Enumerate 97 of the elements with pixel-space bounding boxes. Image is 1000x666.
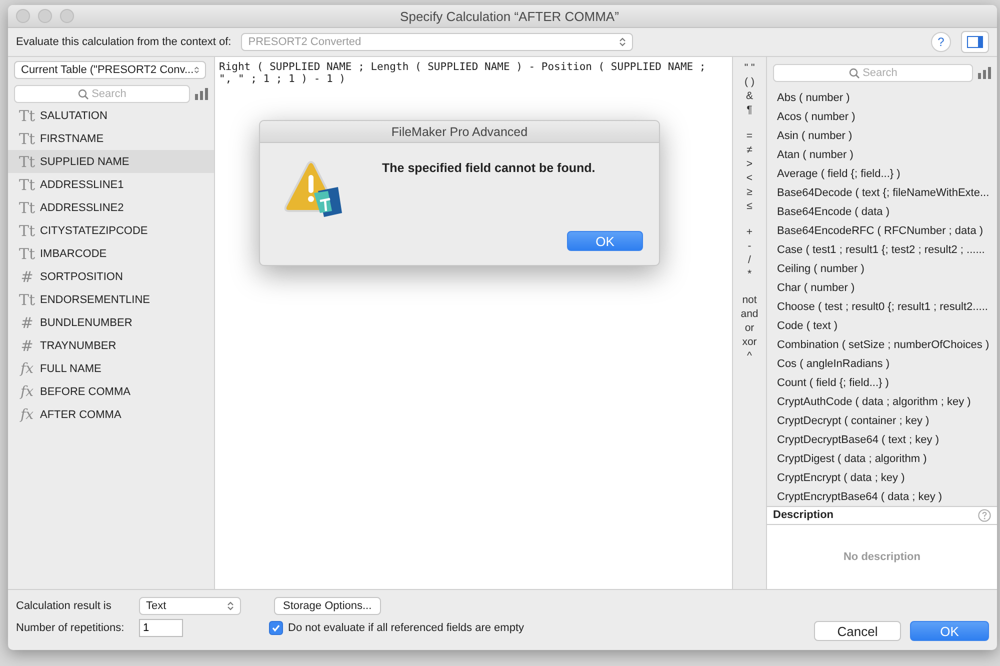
bar-chart-icon[interactable]	[195, 88, 208, 100]
bar-chart-icon[interactable]	[978, 67, 991, 79]
text-type-icon: Tt	[18, 290, 36, 308]
description-heading: Description	[773, 509, 834, 522]
chevrons-icon	[619, 37, 626, 47]
function-list-item[interactable]: Atan ( number )	[767, 145, 997, 164]
function-list-item[interactable]: CryptEncryptBase64 ( data ; key )	[767, 487, 997, 506]
function-list-item[interactable]: CryptDigest ( data ; algorithm )	[767, 449, 997, 468]
number-icon: #	[18, 336, 36, 354]
field-list-item[interactable]: Tt ENDORSEMENTLINE	[8, 288, 214, 311]
cancel-button[interactable]: Cancel	[814, 621, 901, 641]
field-list-item[interactable]: # SORTPOSITION	[8, 265, 214, 288]
operator-button[interactable]: and	[740, 307, 758, 321]
function-list-item[interactable]: Count ( field {; field...} )	[767, 373, 997, 392]
field-list-item[interactable]: fx AFTER COMMA	[8, 403, 214, 426]
function-list-item[interactable]: Code ( text )	[767, 316, 997, 335]
function-icon: fx	[18, 384, 36, 400]
operator-button[interactable]: ^	[747, 349, 752, 363]
result-type-label: Calculation result is	[16, 600, 112, 612]
repetitions-field[interactable]: 1	[139, 619, 183, 637]
number-icon: #	[18, 314, 36, 332]
context-label: Evaluate this calculation from the context of:	[16, 36, 232, 48]
function-list-item[interactable]: Acos ( number )	[767, 107, 997, 126]
field-list-item[interactable]: fx BEFORE COMMA	[8, 380, 214, 403]
operator-button[interactable]: " "	[744, 61, 755, 75]
help-icon[interactable]	[978, 508, 991, 522]
operator-button[interactable]: +	[746, 225, 753, 239]
number-icon: #	[18, 268, 36, 286]
function-list-item[interactable]: Ceiling ( number )	[767, 259, 997, 278]
function-list-item[interactable]: Combination ( setSize ; numberOfChoices )	[767, 335, 997, 354]
function-list-item[interactable]: Cos ( angleInRadians )	[767, 354, 997, 373]
operator-button[interactable]: -	[748, 239, 752, 253]
function-icon: fx	[18, 360, 36, 376]
window-title: Specify Calculation “AFTER COMMA”	[399, 8, 620, 24]
operator-button[interactable]: or	[744, 321, 754, 335]
checkmark-icon	[272, 624, 280, 632]
chevrons-icon	[227, 601, 234, 611]
function-list-item[interactable]: CryptDecrypt ( container ; key )	[767, 411, 997, 430]
operator-button[interactable]: not	[742, 293, 757, 307]
text-type-icon: Tt	[18, 152, 36, 170]
text-type-icon: Tt	[18, 222, 36, 240]
table-select[interactable]: Current Table ("PRESORT2 Conv...	[14, 61, 206, 79]
operator-button[interactable]: ( )	[744, 75, 754, 89]
text-type-icon: Tt	[18, 130, 36, 148]
chevrons-icon	[194, 65, 199, 75]
storage-options-button[interactable]: Storage Options...	[274, 597, 381, 615]
function-list-item[interactable]: Abs ( number )	[767, 88, 997, 107]
function-list-item[interactable]: CryptAuthCode ( data ; algorithm ; key )	[767, 392, 997, 411]
operator-button[interactable]: ≤	[746, 199, 752, 213]
field-list-item[interactable]: Tt CITYSTATEZIPCODE	[8, 219, 214, 242]
operator-button[interactable]: ¶	[746, 103, 752, 117]
function-list-item[interactable]: Base64Decode ( text {; fileNameWithExte...	[767, 183, 997, 202]
field-list-item[interactable]: Tt SALUTATION	[8, 104, 214, 127]
operator-button[interactable]: <	[746, 171, 753, 185]
function-list-item[interactable]: Asin ( number )	[767, 126, 997, 145]
field-list-item[interactable]: Tt FIRSTNAME	[8, 127, 214, 150]
panel-toggle-button[interactable]	[961, 31, 989, 53]
function-list-item[interactable]: CryptEncrypt ( data ; key )	[767, 468, 997, 487]
operator-button[interactable]: &	[746, 89, 753, 103]
function-list-item[interactable]: Average ( field {; field...} )	[767, 164, 997, 183]
field-list-item[interactable]: Tt IMBARCODE	[8, 242, 214, 265]
function-list-item[interactable]: Base64EncodeRFC ( RFCNumber ; data )	[767, 221, 997, 240]
help-button[interactable]: ?	[931, 32, 951, 52]
field-list-item[interactable]: Tt SUPPLIED NAME	[8, 150, 214, 173]
function-list-item[interactable]: Case ( test1 ; result1 {; test2 ; result2 ; ......	[767, 240, 997, 259]
text-type-icon: Tt	[18, 244, 36, 262]
field-list-item[interactable]: Tt ADDRESSLINE1	[8, 173, 214, 196]
description-text: No description	[843, 550, 920, 563]
text-type-icon: Tt	[18, 176, 36, 194]
field-list-item[interactable]: fx FULL NAME	[8, 357, 214, 380]
function-icon: fx	[18, 406, 36, 422]
operator-button[interactable]: ≠	[746, 143, 752, 157]
alert-message: The specified field cannot be found.	[382, 160, 596, 177]
operator-button[interactable]: /	[748, 253, 751, 267]
function-list-item[interactable]: Choose ( test ; result0 {; result1 ; result2.....	[767, 297, 997, 316]
warning-app-icon	[282, 161, 344, 219]
operator-button[interactable]: >	[746, 157, 753, 171]
alert-title: FileMaker Pro Advanced	[391, 124, 528, 138]
operator-button[interactable]: xor	[742, 335, 757, 349]
search-icon	[848, 68, 860, 78]
search-icon	[78, 88, 89, 100]
result-type-select[interactable]: Text	[139, 597, 241, 615]
field-list-item[interactable]: Tt ADDRESSLINE2	[8, 196, 214, 219]
field-list-item[interactable]: # BUNDLENUMBER	[8, 311, 214, 334]
operator-button[interactable]: *	[747, 267, 752, 281]
text-type-icon: Tt	[18, 198, 36, 216]
function-list-item[interactable]: Base64Encode ( data )	[767, 202, 997, 221]
field-list-item[interactable]: # TRAYNUMBER	[8, 334, 214, 357]
checkbox[interactable]	[269, 621, 283, 635]
checkbox-label: Do not evaluate if all referenced fields are empty	[288, 622, 524, 634]
text-type-icon: Tt	[18, 106, 36, 124]
function-list-item[interactable]: Char ( number )	[767, 278, 997, 297]
operator-button[interactable]: ≥	[746, 185, 752, 199]
repetitions-label: Number of repetitions:	[16, 622, 126, 634]
sidebar-icon	[967, 36, 983, 48]
operator-button[interactable]: =	[746, 129, 753, 143]
function-list-item[interactable]: CryptDecryptBase64 ( text ; key )	[767, 430, 997, 449]
